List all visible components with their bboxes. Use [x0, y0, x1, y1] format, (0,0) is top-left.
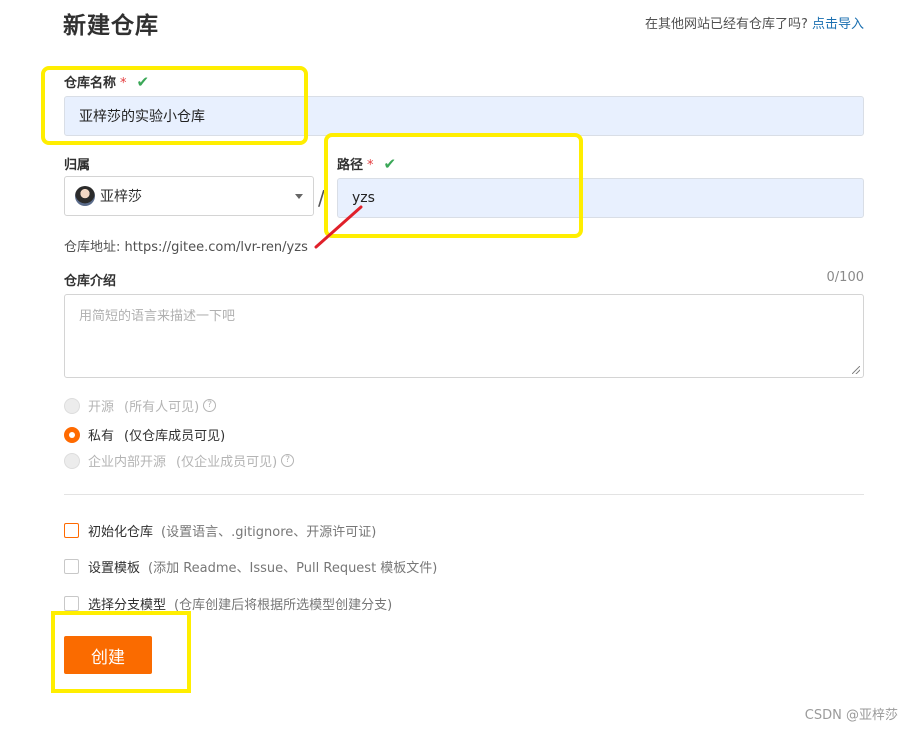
- question-icon[interactable]: ?: [281, 454, 295, 467]
- repo-name-label: 仓库名称 * ✔: [64, 72, 149, 91]
- check-icon: ✔: [136, 73, 150, 91]
- option-label: 设置模板: [88, 561, 141, 576]
- watermark: CSDN @亚梓莎: [804, 708, 898, 723]
- visibility-private[interactable]: 私有 (仅仓库成员可见): [64, 425, 225, 444]
- radio-label: 企业内部开源: [88, 455, 167, 470]
- option-label: 选择分支模型: [88, 598, 167, 613]
- required-mark: *: [120, 76, 127, 91]
- repo-address-prefix: 仓库地址:: [64, 240, 121, 255]
- page-title: 新建仓库: [63, 13, 159, 39]
- radio-hint: (所有人可见): [124, 400, 200, 415]
- checkbox[interactable]: [64, 559, 79, 574]
- option-branch-model[interactable]: 选择分支模型 (仓库创建后将根据所选模型创建分支): [64, 594, 392, 613]
- owner-value: 亚梓莎: [100, 189, 142, 205]
- path-input[interactable]: yzs: [337, 178, 864, 218]
- option-hint: (添加 Readme、Issue、Pull Request 模板文件): [148, 561, 438, 576]
- required-mark: *: [367, 158, 374, 173]
- avatar: [75, 186, 95, 206]
- repo-address: 仓库地址: https://gitee.com/lvr-ren/yzs: [64, 236, 308, 255]
- option-hint: (设置语言、.gitignore、开源许可证): [161, 525, 377, 540]
- visibility-enterprise[interactable]: 企业内部开源 (仅企业成员可见) ?: [64, 451, 295, 470]
- path-label: 路径 * ✔: [337, 154, 396, 173]
- radio-label: 私有: [88, 429, 115, 444]
- checkbox[interactable]: [64, 596, 79, 611]
- checkbox[interactable]: [64, 523, 79, 538]
- char-counter: 0/100: [826, 270, 864, 285]
- radio-hint: (仅仓库成员可见): [124, 429, 226, 444]
- repo-name-label-text: 仓库名称: [64, 76, 117, 91]
- radio-label: 开源: [88, 400, 115, 415]
- option-init-repo[interactable]: 初始化仓库 (设置语言、.gitignore、开源许可证): [64, 521, 376, 540]
- visibility-open[interactable]: 开源 (所有人可见) ?: [64, 396, 217, 415]
- create-button[interactable]: 创建: [64, 636, 152, 674]
- radio-button[interactable]: [64, 397, 80, 414]
- radio-button[interactable]: [64, 452, 80, 469]
- path-separator: /: [318, 186, 325, 210]
- repo-address-url: https://gitee.com/lvr-ren/yzs: [124, 240, 308, 255]
- intro-textarea[interactable]: 用简短的语言来描述一下吧: [64, 294, 864, 378]
- repo-name-input[interactable]: 亚梓莎的实验小仓库: [64, 96, 864, 136]
- import-link[interactable]: 点击导入: [812, 17, 864, 32]
- intro-label: 仓库介绍: [64, 274, 117, 289]
- chevron-down-icon: [295, 193, 303, 199]
- check-icon: ✔: [383, 155, 397, 173]
- option-label: 初始化仓库: [88, 525, 154, 540]
- resize-handle-icon[interactable]: [852, 366, 860, 374]
- import-prompt: 在其他网站已经有仓库了吗?: [644, 17, 808, 32]
- question-icon[interactable]: ?: [203, 399, 217, 412]
- intro-placeholder: 用简短的语言来描述一下吧: [79, 309, 236, 324]
- option-template[interactable]: 设置模板 (添加 Readme、Issue、Pull Request 模板文件): [64, 557, 437, 576]
- radio-hint: (仅企业成员可见): [176, 455, 278, 470]
- owner-select[interactable]: 亚梓莎: [64, 176, 314, 216]
- path-label-text: 路径: [337, 158, 364, 173]
- import-hint: 在其他网站已经有仓库了吗? 点击导入: [645, 13, 864, 32]
- radio-button[interactable]: [64, 426, 80, 443]
- divider: [64, 494, 864, 495]
- owner-label: 归属: [64, 158, 91, 173]
- option-hint: (仓库创建后将根据所选模型创建分支): [174, 598, 393, 613]
